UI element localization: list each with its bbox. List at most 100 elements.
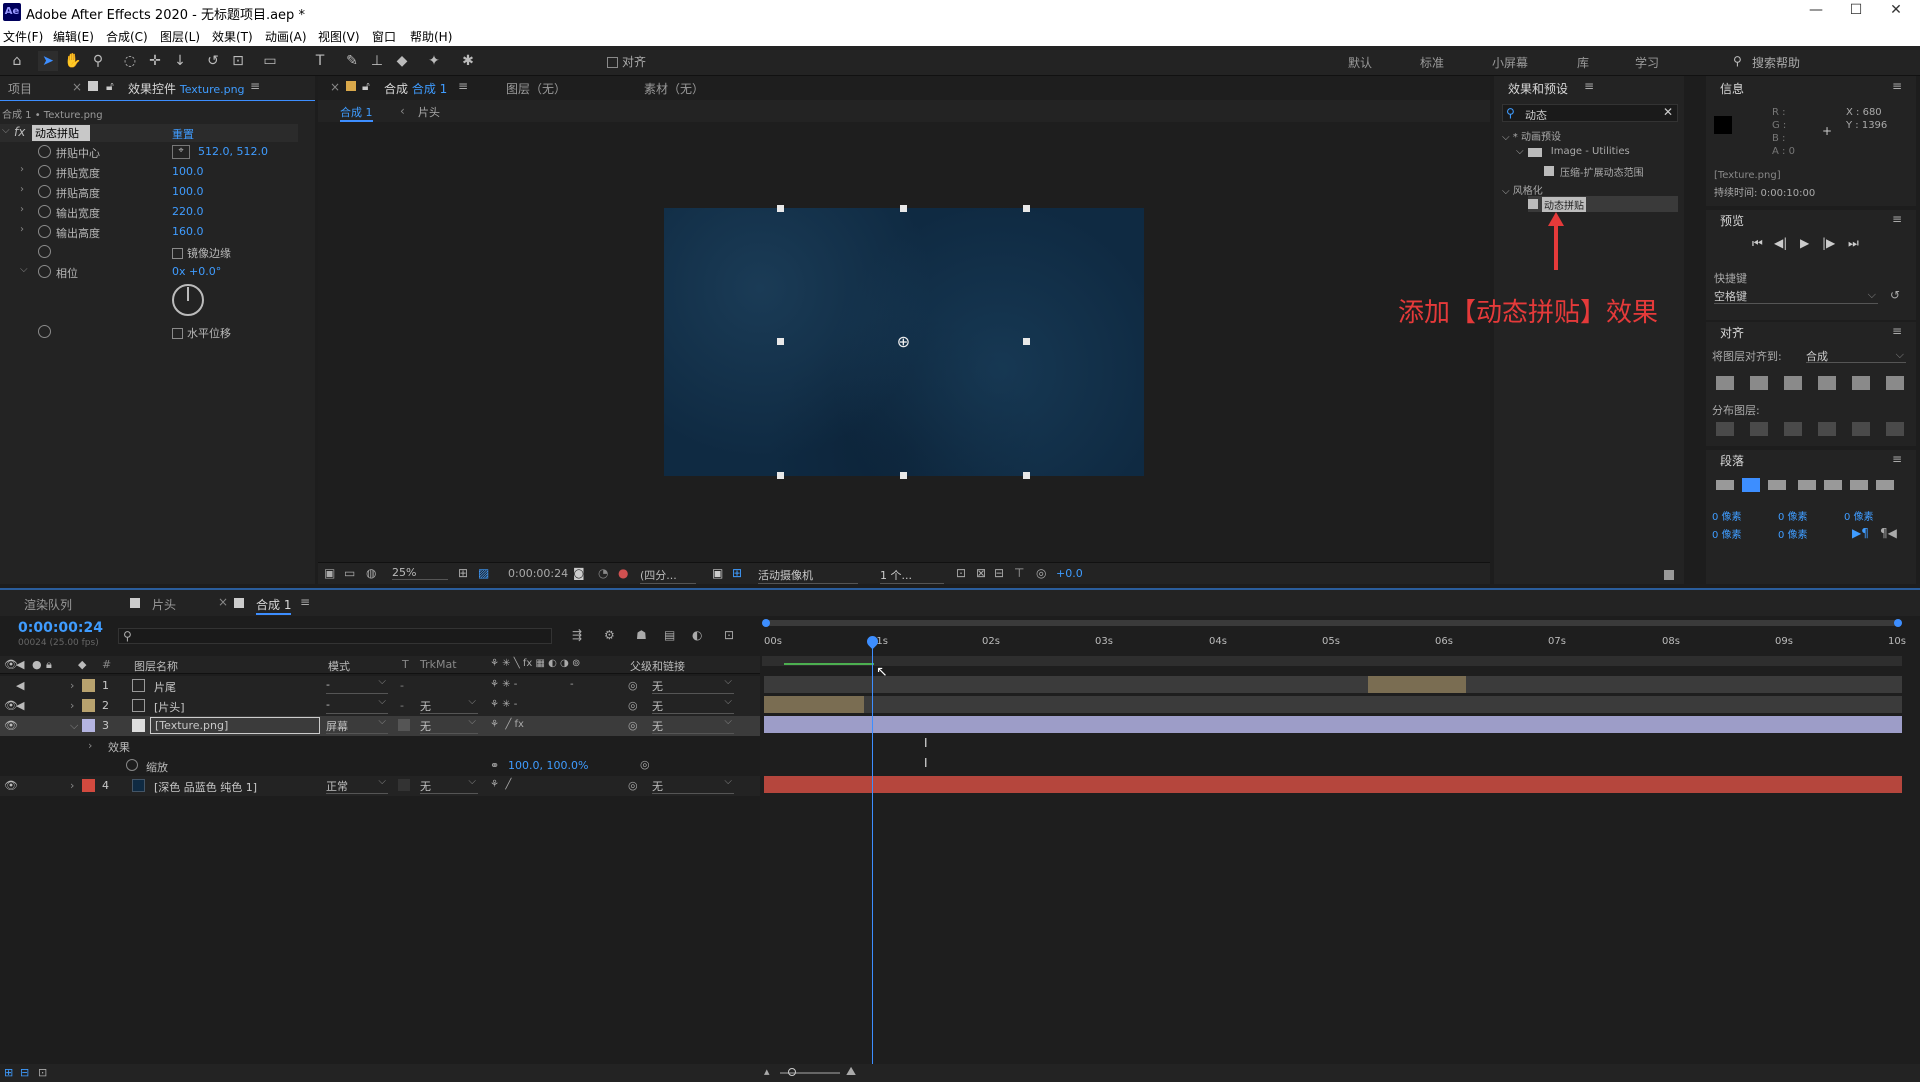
prop-tile-center[interactable]: 拼贴中心 ⌖ 512.0, 512.0 xyxy=(0,142,300,162)
parent-dropdown[interactable]: 无 xyxy=(652,716,734,734)
blend-mode-dropdown[interactable]: - xyxy=(326,676,388,694)
views-dropdown[interactable]: 1 个... xyxy=(880,567,944,584)
puppet-tool-icon[interactable]: ✱ xyxy=(458,51,478,71)
color-channel-icon[interactable]: ● xyxy=(618,566,628,580)
layer-name-editing[interactable]: [Texture.png] xyxy=(150,717,320,734)
zoom-tool-icon[interactable]: ⚲ xyxy=(88,51,108,71)
mask-icon[interactable]: ◍ xyxy=(366,566,376,580)
selection-tool-icon[interactable]: ➤ xyxy=(38,51,58,71)
panel-menu-icon[interactable]: ≡ xyxy=(1892,79,1902,93)
close-icon[interactable]: ✕ xyxy=(1876,2,1916,22)
dolly-tool-icon[interactable]: ↓ xyxy=(170,51,190,71)
shortcut-dropdown[interactable]: 空格键 ⌵ xyxy=(1714,288,1878,304)
timeline-search-input[interactable]: ⚲ xyxy=(118,628,552,644)
frame-blend-icon[interactable]: ▤ xyxy=(664,628,675,642)
tab-effects-presets[interactable]: 效果和预设 xyxy=(1508,80,1568,97)
prop-tile-width[interactable]: › 拼贴宽度 100.0 xyxy=(0,162,300,182)
breadcrumb-intro[interactable]: 片头 xyxy=(418,104,440,120)
prop-horizontal-offset[interactable]: 水平位移 xyxy=(0,322,300,342)
menu-layer[interactable]: 图层(L) xyxy=(160,28,200,45)
distribute-icon[interactable] xyxy=(1852,422,1870,436)
layer-row-2[interactable]: 👁︎ ◀︎ › 2 [片头] - - 无 ⚘ ✳ - ◎ 无 xyxy=(0,696,760,716)
prop-output-width[interactable]: › 输出宽度 220.0 xyxy=(0,202,300,222)
menu-help[interactable]: 帮助(H) xyxy=(410,28,452,45)
prev-frame-icon[interactable]: ◀︎| xyxy=(1774,236,1787,250)
layer-scale-property[interactable]: 缩放 ⚭ 100.0, 100.0% ◎ xyxy=(0,756,760,776)
transparency-grid-icon[interactable]: ▨ xyxy=(478,566,489,580)
show-snapshot-icon[interactable]: ◔ xyxy=(598,566,608,580)
trkmat-dropdown[interactable]: 无 xyxy=(420,776,478,794)
home-icon[interactable]: ⌂ xyxy=(7,51,27,71)
tree-stylize[interactable]: ⌵ 风格化 xyxy=(1502,182,1543,197)
blend-mode-dropdown[interactable]: 屏幕 xyxy=(326,716,388,734)
menu-edit[interactable]: 编辑(E) xyxy=(53,28,94,45)
menu-composition[interactable]: 合成(C) xyxy=(106,28,148,45)
layer-row-4[interactable]: 👁︎ › 4 [深色 品蓝色 纯色 1] 正常 无 ⚘ ╱ ◎ 无 xyxy=(0,776,760,796)
timeline-icon[interactable]: ⊠ xyxy=(976,566,986,580)
align-top-icon[interactable] xyxy=(1818,376,1836,390)
align-left-icon[interactable] xyxy=(1716,376,1734,390)
new-folder-icon[interactable] xyxy=(1664,570,1674,580)
effect-name[interactable]: 动态拼贴 xyxy=(32,125,90,141)
reset-icon[interactable]: ↺ xyxy=(1890,288,1900,302)
trkmat-dropdown[interactable]: 无 xyxy=(420,716,478,734)
menu-window[interactable]: 窗口 xyxy=(372,28,396,45)
timeline-timecode[interactable]: 0:00:00:24 xyxy=(18,620,103,636)
indent-right[interactable]: 0 像素 xyxy=(1844,508,1874,523)
clear-search-icon[interactable]: ✕ xyxy=(1663,105,1673,119)
tab-info[interactable]: 信息 xyxy=(1720,80,1744,97)
orbit-tool-icon[interactable]: ◌ xyxy=(120,51,140,71)
tab-comp1[interactable]: 合成 1 xyxy=(256,596,292,615)
texture-layer-preview[interactable]: ⊕ xyxy=(664,205,1144,479)
prop-output-height[interactable]: › 输出高度 160.0 xyxy=(0,222,300,242)
tab-intro[interactable]: 片头 xyxy=(152,596,176,613)
play-icon[interactable]: ▶ xyxy=(1800,236,1809,250)
justify-last-right-icon[interactable] xyxy=(1850,480,1868,490)
prop-phase[interactable]: ⌵ 相位 0x +0.0° xyxy=(0,262,300,282)
phase-dial[interactable] xyxy=(172,284,204,316)
tab-preview[interactable]: 预览 xyxy=(1720,212,1744,229)
effect-header[interactable]: ⌵ fx 动态拼贴 重置 xyxy=(0,124,298,142)
align-hcenter-icon[interactable] xyxy=(1750,376,1768,390)
current-time-display[interactable]: 0:00:00:24 xyxy=(508,567,568,580)
layer-bar-3[interactable] xyxy=(764,716,1902,733)
time-graph[interactable]: 00s 01s 02s 03s 04s 05s 06s 07s 08s 09s … xyxy=(760,619,1920,1082)
flowchart-icon[interactable]: ⊟ xyxy=(994,566,1004,580)
tree-compress-expand-preset[interactable]: 压缩-扩展动态范围 xyxy=(1544,164,1644,179)
menu-file[interactable]: 文件(F) xyxy=(3,28,43,45)
lock-icon[interactable]: 🔓︎ xyxy=(106,79,114,94)
exposure-value[interactable]: +0.0 xyxy=(1056,567,1083,580)
fit-icon[interactable]: ⊞ xyxy=(458,566,468,580)
parent-dropdown[interactable]: 无 xyxy=(652,696,734,714)
panel-menu-icon[interactable]: ≡ xyxy=(1892,324,1902,338)
anchor-point-icon[interactable]: ⊕ xyxy=(895,333,912,350)
workspace-default[interactable]: 默认 xyxy=(1348,54,1372,71)
draft-3d-icon[interactable]: ⚙ xyxy=(604,628,615,642)
space-before[interactable]: 0 像素 xyxy=(1712,526,1742,541)
align-bottom-icon[interactable] xyxy=(1886,376,1904,390)
shy-icon[interactable]: ☗ xyxy=(636,628,647,642)
toggle-modes-icon[interactable]: ⊟ xyxy=(20,1066,29,1079)
maximize-icon[interactable]: ☐ xyxy=(1836,2,1876,22)
monitor-icon[interactable]: ▭ xyxy=(344,566,355,580)
eraser-tool-icon[interactable]: ◆ xyxy=(392,51,412,71)
rtl-icon[interactable]: ¶◀ xyxy=(1880,526,1897,540)
mirror-edges-checkbox[interactable]: 镜像边缘 xyxy=(172,245,231,261)
tab-project[interactable]: 项目 xyxy=(8,80,32,97)
workspace-standard[interactable]: 标准 xyxy=(1420,54,1444,71)
justify-center-icon[interactable] xyxy=(1742,478,1760,492)
distribute-icon[interactable] xyxy=(1750,422,1768,436)
zoom-in-icon[interactable]: ⛰ xyxy=(846,1064,856,1079)
layer-bar-1[interactable] xyxy=(764,676,1902,693)
grid-icon[interactable]: ⊞ xyxy=(732,566,742,580)
toggle-stretch-icon[interactable]: ⊡ xyxy=(38,1066,47,1079)
panel-menu-icon[interactable]: ≡ xyxy=(458,79,468,93)
panel-menu-icon[interactable]: ≡ xyxy=(1584,79,1594,93)
justify-last-left-icon[interactable] xyxy=(1798,480,1816,490)
distribute-icon[interactable] xyxy=(1784,422,1802,436)
roto-tool-icon[interactable]: ✦ xyxy=(424,51,444,71)
panel-menu-icon[interactable]: ≡ xyxy=(300,595,310,609)
layer-row-3[interactable]: 👁︎ ⌵ 3 [Texture.png] 屏幕 无 ⚘ ╱ fx ◎ 无 xyxy=(0,716,760,736)
tree-image-utilities[interactable]: ⌵ Image - Utilities xyxy=(1516,146,1630,157)
tab-paragraph[interactable]: 段落 xyxy=(1720,452,1744,469)
